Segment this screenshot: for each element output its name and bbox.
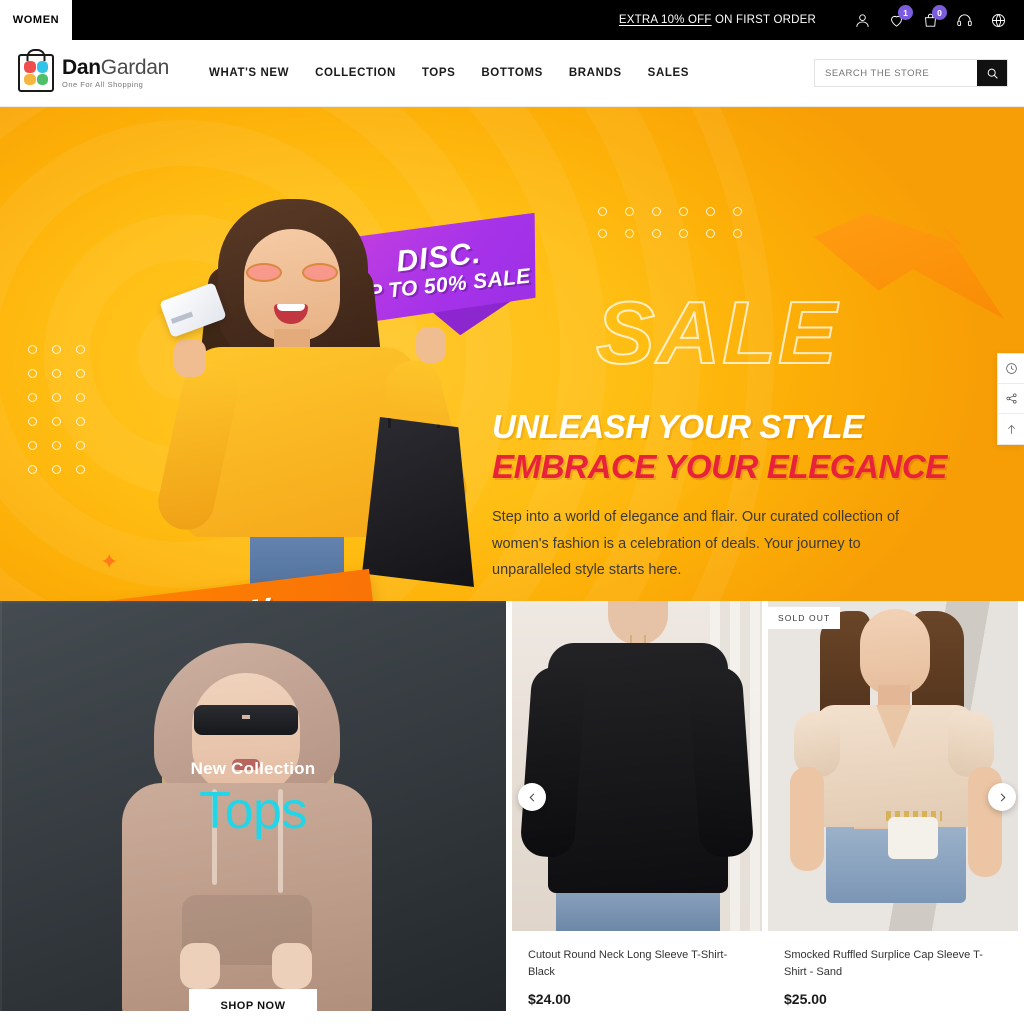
user-icon[interactable] [852, 10, 872, 30]
product-image[interactable]: SOLD OUT [768, 601, 1018, 931]
nav-item-whats-new[interactable]: WHAT'S NEW [209, 67, 289, 79]
product-price: $24.00 [528, 991, 571, 1008]
hero-dot-grid-left [28, 345, 100, 489]
sold-out-badge: SOLD OUT [768, 607, 841, 629]
headset-icon[interactable] [954, 10, 974, 30]
sparkle-icon: ✦ [100, 549, 119, 574]
scroll-to-top-arrow-icon[interactable] [998, 414, 1024, 444]
collection-card-subtitle: New Collection [190, 759, 316, 778]
cart-count-badge: 0 [932, 5, 947, 20]
wishlist-count-badge: 1 [898, 5, 913, 20]
top-icon-group: 1 0 [852, 5, 1008, 30]
hero-ghost-sale-top: SALE [595, 283, 839, 382]
product-title[interactable]: Smocked Ruffled Surplice Cap Sleeve T-Sh… [784, 947, 1002, 981]
collection-card-overlay: New Collection Tops [0, 601, 506, 1011]
carousel-next-button[interactable] [988, 783, 1016, 811]
search-bar [814, 59, 1008, 87]
promo-rest: ON FIRST ORDER [711, 14, 816, 26]
hero-banner[interactable]: SALE SALE ✦ ✦ ✦ ✦ DISC. UP TO 50% SALE [0, 107, 1024, 601]
carousel-prev-button[interactable] [518, 783, 546, 811]
nav-item-tops[interactable]: TOPS [422, 67, 456, 79]
hero-dot-grid-right [598, 207, 760, 251]
product-carousel: Cutout Round Neck Long Sleeve T-Shirt- B… [506, 601, 1024, 1011]
logo-tagline: One For All Shopping [62, 80, 144, 90]
hero-headline-white: UNLEASH YOUR STYLE [492, 408, 864, 445]
product-info: Smocked Ruffled Surplice Cap Sleeve T-Sh… [768, 931, 1018, 1007]
hero-model-image [140, 171, 480, 601]
chevron-right-icon [1000, 793, 1005, 801]
new-collection-card[interactable]: New Collection Tops SHOP NOW [0, 601, 506, 1011]
bottom-section: New Collection Tops SHOP NOW Cutout Roun… [0, 601, 1024, 1011]
top-utility-bar: WOMEN EXTRA 10% OFF ON FIRST ORDER 1 0 [0, 0, 1024, 40]
product-image[interactable] [512, 601, 762, 931]
search-icon [987, 68, 998, 79]
storefront-page: WOMEN EXTRA 10% OFF ON FIRST ORDER 1 0 D… [0, 0, 1024, 1024]
search-input[interactable] [815, 60, 977, 86]
logo-name-light: Gardan [100, 56, 170, 80]
logo-text: DanGardan One For All Shopping [62, 57, 169, 89]
product-title[interactable]: Cutout Round Neck Long Sleeve T-Shirt- B… [528, 947, 746, 981]
chevron-left-icon [529, 793, 534, 801]
product-info: Cutout Round Neck Long Sleeve T-Shirt- B… [512, 931, 762, 1007]
collection-shop-now-button[interactable]: SHOP NOW [189, 989, 317, 1011]
product-card[interactable]: SOLD OUT Smocked Ruffled Surplice Cap Sl… [768, 601, 1018, 1007]
nav-item-bottoms[interactable]: BOTTOMS [481, 67, 543, 79]
hero-headline-red: EMBRACE YOUR ELEGANCE [492, 447, 947, 485]
share-icon[interactable] [998, 384, 1024, 414]
collection-card-title: Tops [199, 782, 307, 840]
hero-copy: UNLEASH YOUR STYLE EMBRACE YOUR ELEGANCE… [492, 409, 962, 583]
globe-icon[interactable] [988, 10, 1008, 30]
search-button[interactable] [977, 60, 1007, 86]
bag-icon[interactable]: 0 [920, 5, 947, 30]
orange-lightning-bolt-icon [814, 213, 1004, 319]
women-tab[interactable]: WOMEN [0, 0, 72, 40]
product-card[interactable]: Cutout Round Neck Long Sleeve T-Shirt- B… [512, 601, 762, 1007]
heart-icon[interactable]: 1 [886, 5, 913, 30]
promo-message[interactable]: EXTRA 10% OFF ON FIRST ORDER [619, 14, 816, 26]
nav-item-sales[interactable]: SALES [648, 67, 689, 79]
main-nav: WHAT'S NEW COLLECTION TOPS BOTTOMS BRAND… [209, 67, 689, 79]
recently-viewed-clock-icon[interactable] [998, 354, 1024, 384]
site-header: DanGardan One For All Shopping WHAT'S NE… [0, 40, 1024, 107]
promo-highlight: EXTRA 10% OFF [618, 14, 712, 26]
nav-item-brands[interactable]: BRANDS [569, 67, 622, 79]
hero-paragraph: Step into a world of elegance and flair.… [492, 509, 900, 578]
product-price: $25.00 [784, 991, 827, 1008]
logo[interactable]: DanGardan One For All Shopping [18, 54, 169, 92]
logo-name-bold: Dan [62, 56, 101, 80]
product-list: Cutout Round Neck Long Sleeve T-Shirt- B… [506, 601, 1024, 1007]
side-tools-widget [997, 353, 1024, 445]
nav-item-collection[interactable]: COLLECTION [315, 67, 396, 79]
shopping-bag-logo-icon [18, 54, 54, 92]
